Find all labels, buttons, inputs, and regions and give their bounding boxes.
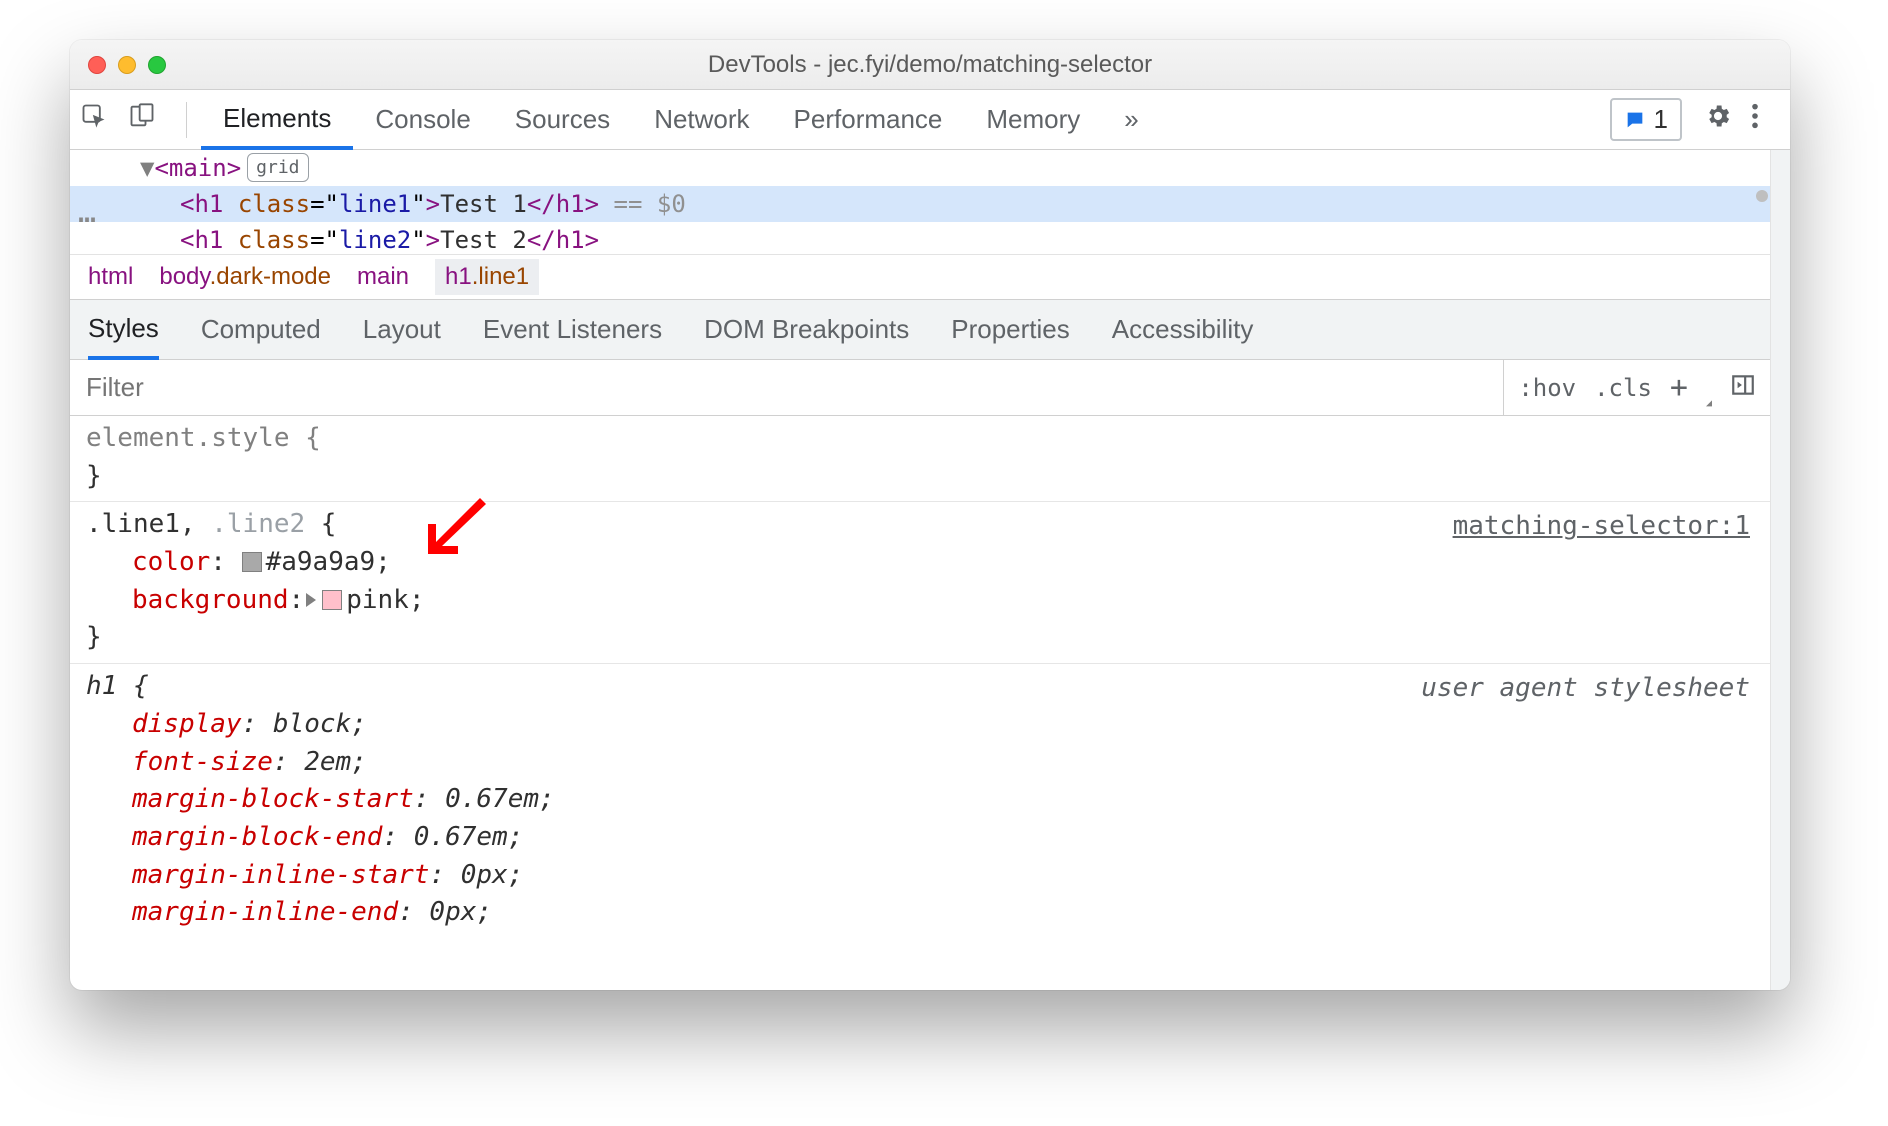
subtab-properties[interactable]: Properties — [951, 314, 1070, 345]
styles-filter-input[interactable] — [70, 360, 1503, 415]
overflow-dots-icon[interactable]: … — [78, 190, 98, 235]
subtab-accessibility[interactable]: Accessibility — [1112, 314, 1254, 345]
cls-toggle[interactable]: .cls — [1594, 374, 1652, 402]
decl-mbs[interactable]: margin-block-start: 0.67em; — [86, 781, 1754, 819]
scrollbar-thumb[interactable] — [1756, 190, 1768, 202]
message-count: 1 — [1654, 104, 1668, 135]
decl-font-size[interactable]: font-size: 2em; — [86, 744, 1754, 782]
color-swatch[interactable] — [242, 552, 262, 572]
titlebar: DevTools - jec.fyi/demo/matching-selecto… — [70, 40, 1790, 90]
decl-display[interactable]: display: block; — [86, 706, 1754, 744]
crumb-main[interactable]: main — [357, 263, 409, 291]
rule-user-agent[interactable]: user agent stylesheet h1 { display: bloc… — [70, 664, 1770, 938]
subtab-layout[interactable]: Layout — [363, 314, 441, 345]
dom-row-h1-line2[interactable]: <h1 class="line2">Test 2</h1> — [70, 222, 1770, 254]
subtab-dom-breakpoints[interactable]: DOM Breakpoints — [704, 314, 909, 345]
decl-color[interactable]: color: #a9a9a9; — [86, 544, 1754, 582]
tabs-overflow-button[interactable]: » — [1102, 90, 1160, 149]
rule-source-link[interactable]: matching-selector:1 — [1453, 508, 1750, 546]
settings-icon[interactable] — [1704, 102, 1732, 137]
styles-tab-bar: Styles Computed Layout Event Listeners D… — [70, 300, 1770, 360]
crumb-body[interactable]: body.dark-mode — [159, 263, 331, 291]
subtab-event-listeners[interactable]: Event Listeners — [483, 314, 662, 345]
breadcrumb: html body.dark-mode main h1.line1 — [70, 254, 1770, 300]
tab-memory[interactable]: Memory — [964, 90, 1102, 149]
color-swatch[interactable] — [322, 590, 342, 610]
subtab-computed[interactable]: Computed — [201, 314, 321, 345]
styles-pane[interactable]: element.style { } matching-selector:1 .l… — [70, 416, 1770, 990]
new-style-rule-button[interactable]: + — [1670, 373, 1688, 403]
toggle-sidebar-icon[interactable] — [1730, 372, 1756, 404]
console-messages-badge[interactable]: 1 — [1610, 98, 1682, 141]
more-icon[interactable] — [1750, 102, 1760, 137]
device-toggle-icon[interactable] — [128, 102, 156, 137]
subtab-styles[interactable]: Styles — [88, 301, 159, 360]
rule-matched[interactable]: matching-selector:1 .line1, .line2 { col… — [70, 502, 1770, 664]
decl-mie[interactable]: margin-inline-end: 0px; — [86, 894, 1754, 932]
tab-elements[interactable]: Elements — [201, 91, 353, 150]
main-tab-bar: Elements Console Sources Network Perform… — [70, 90, 1790, 150]
styles-filter-bar: :hov .cls + ◢ — [70, 360, 1770, 416]
scrollbar[interactable] — [1770, 150, 1790, 990]
dom-row-selected[interactable]: <h1 class="line1">Test 1</h1> == $0 — [70, 186, 1770, 222]
dom-row-main[interactable]: ▼<main>grid — [70, 150, 1770, 186]
inspect-icon[interactable] — [80, 102, 108, 137]
tab-network[interactable]: Network — [632, 90, 771, 149]
tab-console[interactable]: Console — [353, 90, 492, 149]
crumb-html[interactable]: html — [88, 263, 133, 291]
dom-tree[interactable]: … ▼<main>grid <h1 class="line1">Test 1</… — [70, 150, 1770, 254]
grid-badge[interactable]: grid — [247, 153, 308, 182]
window-title: DevTools - jec.fyi/demo/matching-selecto… — [70, 51, 1790, 79]
tab-sources[interactable]: Sources — [493, 90, 632, 149]
rule-source-ua: user agent stylesheet — [1421, 670, 1750, 708]
rule-element-style[interactable]: element.style { } — [70, 416, 1770, 502]
resize-corner-icon[interactable]: ◢ — [1706, 398, 1712, 409]
hov-toggle[interactable]: :hov — [1518, 374, 1576, 402]
decl-background[interactable]: background:pink; — [86, 582, 1754, 620]
crumb-active[interactable]: h1.line1 — [435, 259, 539, 295]
decl-mis[interactable]: margin-inline-start: 0px; — [86, 857, 1754, 895]
tab-performance[interactable]: Performance — [772, 90, 965, 149]
expand-icon[interactable] — [306, 593, 316, 607]
devtools-window: DevTools - jec.fyi/demo/matching-selecto… — [70, 40, 1790, 990]
decl-mbe[interactable]: margin-block-end: 0.67em; — [86, 819, 1754, 857]
